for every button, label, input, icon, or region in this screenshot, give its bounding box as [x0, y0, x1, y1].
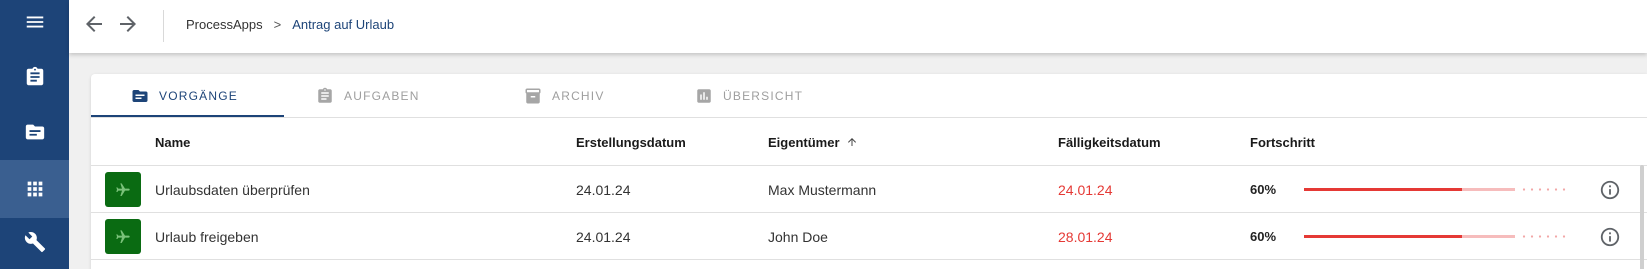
apps-grid-icon	[27, 181, 42, 197]
column-label: Name	[155, 134, 191, 150]
top-bar: ProcessApps > Antrag auf Urlaub	[69, 0, 1647, 53]
tab-label: VORGÄNGE	[159, 89, 238, 103]
tab-bar: VORGÄNGE AUFGABEN ARCHIV ÜBERSICHT	[91, 74, 1647, 118]
column-header-created[interactable]: Erstellungsdatum	[576, 118, 686, 166]
bar-chart-icon	[697, 89, 711, 103]
row-progress-label: 60%	[1250, 182, 1277, 197]
folder-list-icon	[132, 90, 148, 102]
column-label: Fortschritt	[1250, 134, 1315, 150]
clipboard-icon	[26, 66, 43, 86]
column-header-due[interactable]: Fälligkeitsdatum	[1058, 118, 1161, 166]
row-due: 28.01.24	[1058, 228, 1113, 245]
sidebar-item-apps[interactable]	[0, 160, 69, 218]
menu-icon	[26, 16, 43, 28]
sidebar-item-tools[interactable]	[0, 213, 69, 269]
tab-label: ÜBERSICHT	[723, 89, 804, 103]
table-header: Name Erstellungsdatum Eigentümer Fälligk…	[91, 118, 1647, 166]
menu-button[interactable]	[0, 0, 69, 51]
progress-remaining	[1520, 188, 1568, 191]
sidebar-item-cases[interactable]	[0, 103, 69, 161]
table-row[interactable]: Urlaub freigeben 24.01.24 John Doe 28.01…	[91, 213, 1647, 260]
breadcrumb-separator: >	[273, 16, 282, 32]
tab-label: AUFGABEN	[344, 89, 420, 103]
column-header-progress[interactable]: Fortschritt	[1250, 118, 1315, 166]
info-icon	[1600, 227, 1620, 247]
clipboard-icon	[318, 87, 332, 103]
row-name: Urlaub freigeben	[155, 228, 259, 245]
folder-list-icon	[25, 124, 44, 140]
row-due: 24.01.24	[1058, 181, 1113, 198]
forward-button[interactable]	[116, 12, 140, 36]
progress-bar	[1304, 188, 1568, 191]
sidebar	[0, 0, 69, 269]
column-label: Erstellungsdatum	[576, 134, 686, 150]
row-owner: Max Mustermann	[768, 181, 877, 198]
arrow-right-icon	[120, 16, 136, 32]
column-header-name[interactable]: Name	[155, 118, 190, 166]
airplane-icon	[116, 182, 130, 196]
column-label: Fälligkeitsdatum	[1058, 134, 1161, 150]
sidebar-item-tasks[interactable]	[0, 48, 69, 106]
progress-fill	[1304, 188, 1463, 191]
table-row[interactable]: Urlaubsdaten überprüfen 24.01.24 Max Mus…	[91, 166, 1647, 213]
column-label: Eigentümer	[768, 134, 840, 150]
archive-icon	[525, 88, 541, 104]
tab-label: ARCHIV	[552, 89, 605, 103]
column-header-owner[interactable]: Eigentümer	[768, 118, 858, 166]
info-icon	[1600, 180, 1620, 200]
toolbar-divider	[163, 10, 164, 42]
row-info-button[interactable]	[1599, 179, 1621, 201]
progress-bar	[1304, 235, 1568, 238]
row-progress-label: 60%	[1250, 229, 1277, 244]
cases-card: VORGÄNGE AUFGABEN ARCHIV ÜBERSICHT Name …	[91, 74, 1647, 269]
back-button[interactable]	[82, 12, 106, 36]
tab-aufgaben[interactable]: AUFGABEN	[316, 74, 420, 118]
tab-vorgaenge[interactable]: VORGÄNGE	[131, 74, 238, 118]
row-name: Urlaubsdaten überprüfen	[155, 181, 310, 198]
breadcrumb-root[interactable]: ProcessApps	[186, 17, 263, 32]
airplane-icon	[116, 229, 130, 243]
active-tab-indicator	[91, 115, 284, 117]
arrow-left-icon	[86, 16, 102, 32]
table-scrollbar[interactable]	[1640, 165, 1644, 269]
row-type-badge	[105, 172, 141, 207]
breadcrumb: ProcessApps > Antrag auf Urlaub	[186, 0, 394, 48]
tab-archiv[interactable]: ARCHIV	[524, 74, 605, 118]
row-created: 24.01.24	[576, 181, 631, 198]
row-owner: John Doe	[768, 228, 828, 245]
row-type-badge	[105, 219, 141, 254]
progress-remaining	[1520, 235, 1568, 238]
row-created: 24.01.24	[576, 228, 631, 245]
row-info-button[interactable]	[1599, 226, 1621, 248]
breadcrumb-current: Antrag auf Urlaub	[292, 16, 395, 32]
wrench-icon	[24, 232, 45, 253]
arrow-up-icon	[847, 138, 856, 146]
progress-fill	[1304, 235, 1463, 238]
tab-uebersicht[interactable]: ÜBERSICHT	[695, 74, 803, 118]
